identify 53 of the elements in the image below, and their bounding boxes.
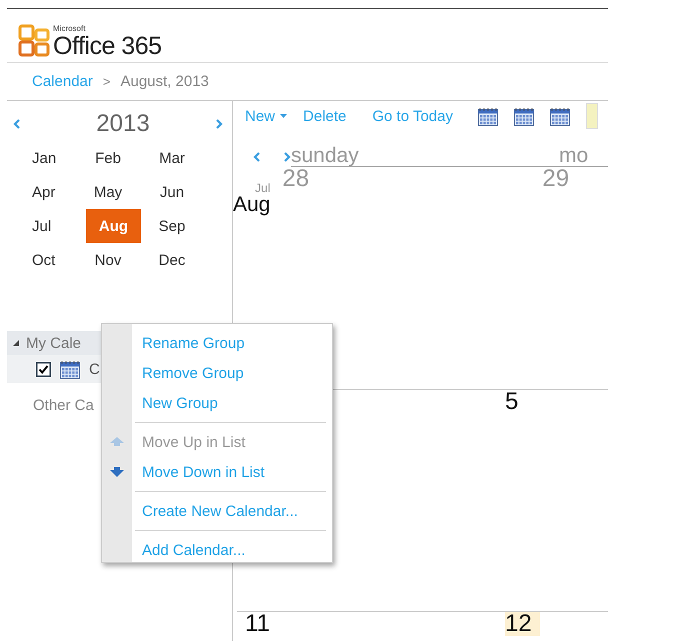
month-cell[interactable]: Oct xyxy=(15,243,73,277)
next-week-icon[interactable] xyxy=(283,152,291,162)
month-label: Aug xyxy=(233,193,270,217)
menu-item[interactable]: Create New Calendar... xyxy=(102,496,326,526)
menu-item[interactable]: Remove Group xyxy=(102,358,326,388)
menu-item[interactable]: Rename Group xyxy=(102,328,326,358)
day-name: mo xyxy=(559,144,588,167)
checkbox[interactable] xyxy=(36,362,51,376)
month-cell[interactable]: Apr xyxy=(15,175,73,209)
office-logo-icon xyxy=(18,24,52,58)
month-cell[interactable]: Jul xyxy=(15,209,73,243)
breadcrumb-current: August, 2013 xyxy=(120,73,209,90)
breadcrumb-link[interactable]: Calendar xyxy=(32,73,93,90)
month-cell[interactable]: Nov xyxy=(79,243,137,277)
next-year-icon[interactable] xyxy=(214,119,223,129)
calendar-name: C xyxy=(89,360,100,378)
toolbar-tile-icon[interactable] xyxy=(586,103,598,129)
day-name: sunday xyxy=(291,144,359,167)
day-number[interactable]: 11 xyxy=(237,612,278,636)
month-cell[interactable]: May xyxy=(79,175,137,209)
menu-item[interactable]: Add Calendar... xyxy=(102,535,326,565)
day-number[interactable]: 28 xyxy=(274,167,318,191)
month-cell[interactable]: Mar xyxy=(143,141,201,175)
day-number[interactable]: 29 xyxy=(542,167,578,191)
new-menu-button[interactable]: New xyxy=(245,108,288,124)
caret-icon xyxy=(280,114,288,118)
month-cell[interactable]: Feb xyxy=(79,141,137,175)
previous-year-icon[interactable] xyxy=(13,119,21,129)
month-cell[interactable]: Aug xyxy=(86,209,141,243)
month-label: Jul xyxy=(255,181,270,195)
year-label: 2013 xyxy=(96,110,150,138)
previous-week-icon[interactable] xyxy=(253,152,261,162)
logo-product-text: Office 365 xyxy=(53,33,162,59)
calendar-view-icon[interactable] xyxy=(478,106,498,126)
expand-triangle-icon[interactable] xyxy=(12,339,20,347)
arrow-down-icon xyxy=(110,467,124,477)
menu-item[interactable]: New Group xyxy=(102,388,326,418)
toolbar-link[interactable]: Go to Today xyxy=(372,108,453,124)
month-cell[interactable]: Jan xyxy=(15,141,73,175)
month-cell[interactable]: Jun xyxy=(143,175,201,209)
day-number[interactable]: 12 xyxy=(505,612,540,636)
day-number[interactable]: 5 xyxy=(505,390,526,414)
toolbar-link[interactable]: Delete xyxy=(303,108,346,124)
calendar-group-label: My Cale xyxy=(26,334,82,352)
logo-maker-text: Microsoft xyxy=(53,24,86,33)
arrow-up-icon xyxy=(110,437,124,447)
calendar-view-icon[interactable] xyxy=(514,106,534,126)
month-cell[interactable]: Sep xyxy=(143,209,201,243)
calendar-view-icon[interactable] xyxy=(550,106,570,126)
month-cell[interactable]: Dec xyxy=(143,243,201,277)
calendar-icon xyxy=(60,360,80,378)
menu-item[interactable]: Move Down in List xyxy=(102,457,326,487)
breadcrumb-separator: > xyxy=(102,74,110,89)
